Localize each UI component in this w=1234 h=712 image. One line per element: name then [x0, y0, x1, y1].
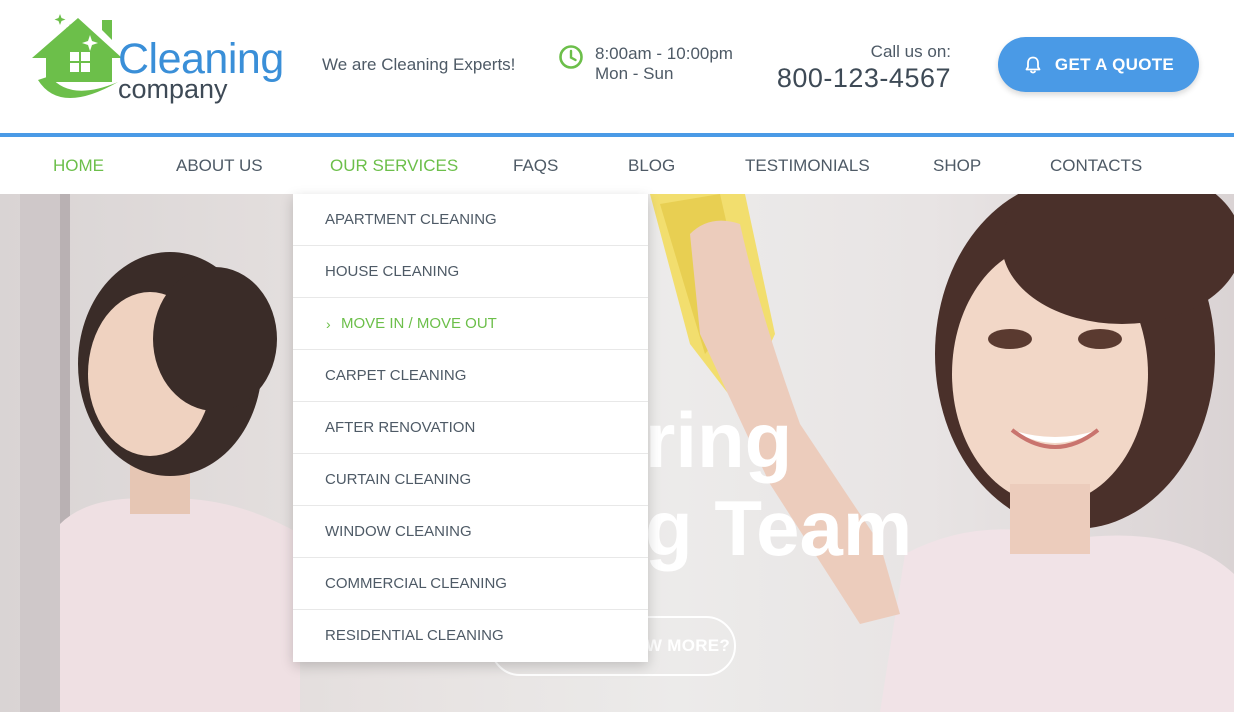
nav-item-testimonials[interactable]: TESTIMONIALS — [745, 137, 870, 194]
menu-item-label: AFTER RENOVATION — [325, 419, 476, 436]
call-us-label: Call us on: — [870, 42, 951, 61]
nav-item-contacts[interactable]: CONTACTS — [1050, 137, 1142, 194]
get-a-quote-button[interactable]: GET A QUOTE — [998, 37, 1199, 92]
menu-item-after-renovation[interactable]: AFTER RENOVATION — [293, 402, 648, 454]
menu-item-label: CARPET CLEANING — [325, 367, 467, 384]
hero-heading-line2: g Team — [645, 484, 913, 572]
chevron-right-icon: › — [326, 316, 331, 332]
nav-item-shop[interactable]: SHOP — [933, 137, 981, 194]
nav-item-our-services[interactable]: OUR SERVICES — [330, 137, 458, 194]
nav-item-home[interactable]: HOME — [53, 137, 104, 194]
menu-item-label: HOUSE CLEANING — [325, 263, 460, 280]
menu-item-label: CURTAIN CLEANING — [325, 471, 472, 488]
services-dropdown: APARTMENT CLEANING HOUSE CLEANING › MOVE… — [293, 194, 648, 662]
phone-number[interactable]: 800-123-4567 — [777, 62, 951, 94]
hours-time: 8:00am - 10:00pm — [595, 44, 733, 63]
site-header: Cleaning company We are Cleaning Experts… — [0, 0, 1234, 133]
menu-item-label: WINDOW CLEANING — [325, 523, 472, 540]
know-more-label: W MORE? — [645, 636, 731, 655]
logo-subtitle: company — [118, 74, 228, 104]
menu-item-label: APARTMENT CLEANING — [325, 211, 497, 228]
nav-item-about-us[interactable]: ABOUT US — [176, 137, 263, 194]
menu-item-label: MOVE IN / MOVE OUT — [341, 315, 497, 332]
hours-text: 8:00am - 10:00pm Mon - Sun — [595, 44, 733, 84]
clock-icon — [559, 45, 583, 69]
get-a-quote-label: GET A QUOTE — [1054, 54, 1175, 74]
menu-item-residential-cleaning[interactable]: RESIDENTIAL CLEANING — [293, 610, 648, 662]
logo[interactable]: Cleaning company — [30, 10, 290, 115]
nav-item-faqs[interactable]: FAQS — [513, 137, 558, 194]
main-nav: HOME ABOUT US OUR SERVICES FAQS BLOG TES… — [0, 137, 1234, 194]
menu-item-label: COMMERCIAL CLEANING — [325, 575, 507, 592]
menu-item-curtain-cleaning[interactable]: CURTAIN CLEANING — [293, 454, 648, 506]
hero-heading-line1: ring — [645, 396, 793, 484]
tagline: We are Cleaning Experts! — [322, 55, 516, 74]
menu-item-window-cleaning[interactable]: WINDOW CLEANING — [293, 506, 648, 558]
menu-item-carpet-cleaning[interactable]: CARPET CLEANING — [293, 350, 648, 402]
menu-item-house-cleaning[interactable]: HOUSE CLEANING — [293, 246, 648, 298]
hours-days: Mon - Sun — [595, 64, 674, 83]
menu-item-apartment-cleaning[interactable]: APARTMENT CLEANING — [293, 194, 648, 246]
menu-item-label: RESIDENTIAL CLEANING — [325, 627, 504, 644]
call-us: Call us on: 800-123-4567 — [777, 42, 951, 94]
nav-item-blog[interactable]: BLOG — [628, 137, 675, 194]
menu-item-commercial-cleaning[interactable]: COMMERCIAL CLEANING — [293, 558, 648, 610]
logo-house-icon — [32, 14, 122, 99]
bell-icon — [1025, 56, 1041, 74]
menu-item-move-in-move-out[interactable]: › MOVE IN / MOVE OUT — [293, 298, 648, 350]
